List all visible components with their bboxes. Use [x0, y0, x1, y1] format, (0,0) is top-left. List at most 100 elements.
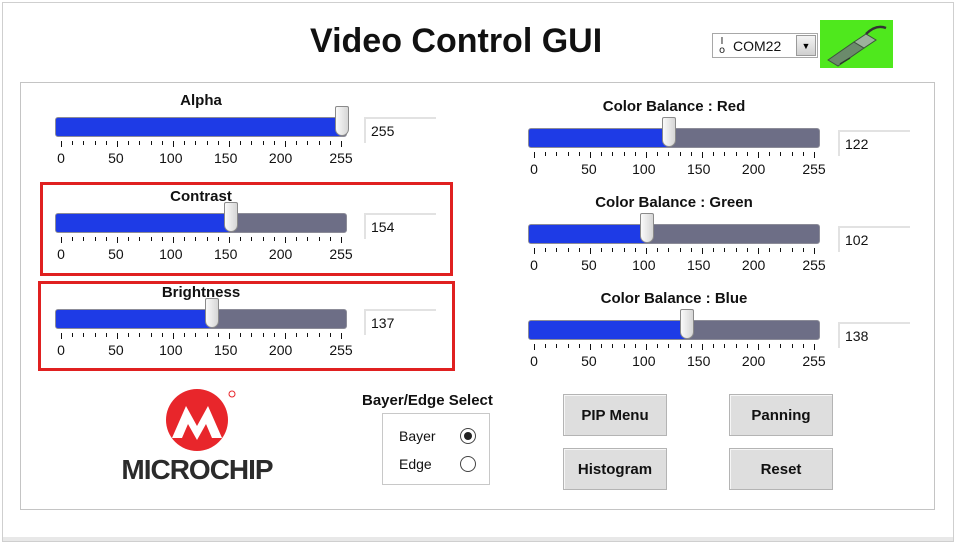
contrast-tick — [296, 237, 298, 241]
green-slider-thumb[interactable] — [640, 213, 654, 243]
blue-tick — [612, 344, 614, 348]
red-ticks — [534, 152, 815, 160]
blue-scale-label: 100 — [632, 353, 656, 369]
green-tick — [746, 248, 748, 252]
radio-option-bayer[interactable]: Bayer — [383, 426, 489, 446]
brightness-tick — [240, 333, 242, 337]
blue-tick — [634, 344, 636, 348]
alpha-tick — [229, 141, 230, 147]
brightness-value-field[interactable]: 137 — [364, 309, 436, 335]
green-tick — [567, 248, 569, 252]
blue-tick — [545, 344, 547, 348]
brightness-tick — [273, 333, 275, 337]
contrast-scale-label: 150 — [214, 246, 238, 262]
brightness-tick — [94, 333, 96, 337]
blue-slider-track[interactable] — [528, 309, 820, 340]
contrast-tick — [61, 237, 62, 243]
green-value-field[interactable]: 102 — [838, 226, 910, 252]
blue-tick — [724, 344, 726, 348]
panning-button[interactable]: Panning — [729, 394, 833, 436]
blue-scale-label: 255 — [802, 353, 826, 369]
contrast-slider-fill — [56, 214, 232, 232]
contrast-value-field[interactable]: 154 — [364, 213, 436, 239]
alpha-tick — [206, 141, 208, 145]
contrast-tick — [184, 237, 186, 241]
green-tick — [590, 248, 591, 254]
radio-label-edge: Edge — [399, 456, 432, 472]
red-tick — [590, 152, 591, 158]
contrast-tick — [251, 237, 253, 241]
alpha-tick — [173, 141, 174, 147]
contrast-tick — [329, 237, 331, 241]
alpha-tick — [195, 141, 197, 145]
blue-tick — [590, 344, 591, 350]
radio-label-bayer: Bayer — [399, 428, 436, 444]
red-tick — [679, 152, 681, 156]
alpha-value-field[interactable]: 255 — [364, 117, 436, 143]
brightness-slider-thumb[interactable] — [205, 298, 220, 328]
blue-tick — [601, 344, 603, 348]
brightness-tick — [329, 333, 331, 337]
blue-tick — [534, 344, 535, 350]
brightness-tick — [128, 333, 130, 337]
red-tick — [578, 152, 580, 156]
red-slider-thumb[interactable] — [661, 117, 676, 147]
green-tick — [679, 248, 681, 252]
radio-button-bayer[interactable] — [460, 428, 476, 444]
alpha-ticks — [61, 141, 342, 149]
blue-ticks — [534, 344, 815, 352]
green-tick — [545, 248, 547, 252]
blue-value-field[interactable]: 138 — [838, 322, 910, 348]
alpha-tick — [139, 141, 141, 145]
alpha-tick — [150, 141, 152, 145]
blue-scale-label: 150 — [687, 353, 711, 369]
contrast-ticks — [61, 237, 342, 245]
pip-menu-button[interactable]: PIP Menu — [563, 394, 667, 436]
com-port-select[interactable]: Io COM22 ▼ — [712, 33, 818, 58]
brightness-slider-track[interactable] — [55, 298, 347, 329]
red-value-field[interactable]: 122 — [838, 130, 910, 156]
red-tick — [758, 152, 759, 158]
brightness-scale-label: 255 — [329, 342, 353, 358]
green-tick — [634, 248, 636, 252]
green-scale-label: 255 — [802, 257, 826, 273]
reset-button[interactable]: Reset — [729, 448, 833, 490]
brightness-scale-label: 150 — [214, 342, 238, 358]
red-tick — [702, 152, 703, 158]
radio-option-edge[interactable]: Edge — [383, 454, 489, 474]
red-tick — [634, 152, 636, 156]
green-tick — [713, 248, 715, 252]
brightness-scale-label: 100 — [159, 342, 183, 358]
blue-slider-thumb[interactable] — [679, 309, 694, 339]
red-tick — [735, 152, 737, 156]
contrast-tick — [94, 237, 96, 241]
alpha-label: Alpha — [180, 92, 222, 109]
red-tick — [657, 152, 659, 156]
green-tick — [814, 248, 815, 254]
brightness-tick — [72, 333, 74, 337]
blue-tick — [657, 344, 659, 348]
green-tick — [735, 248, 737, 252]
microchip-logo-text: MICROCHIP — [121, 454, 273, 485]
brightness-tick — [195, 333, 197, 337]
alpha-slider-track[interactable] — [55, 106, 349, 137]
red-tick — [802, 152, 804, 156]
contrast-slider-track[interactable] — [55, 202, 347, 233]
contrast-slider-thumb[interactable] — [224, 202, 239, 232]
green-tick — [724, 248, 726, 252]
dropdown-arrow-icon[interactable]: ▼ — [796, 35, 816, 56]
red-scale-label: 200 — [741, 161, 766, 177]
blue-tick — [758, 344, 759, 350]
histogram-button[interactable]: Histogram — [563, 448, 667, 490]
alpha-scale-label: 150 — [214, 150, 238, 166]
green-slider-track[interactable] — [528, 213, 820, 244]
contrast-tick — [273, 237, 275, 241]
alpha-tick — [240, 141, 242, 145]
green-scale-label: 50 — [581, 257, 597, 273]
alpha-slider-thumb[interactable] — [335, 106, 349, 136]
brightness-ticks — [61, 333, 342, 341]
red-slider-track[interactable] — [528, 117, 820, 148]
blue-tick — [814, 344, 815, 350]
radio-button-edge[interactable] — [460, 456, 476, 472]
red-tick — [668, 152, 670, 156]
